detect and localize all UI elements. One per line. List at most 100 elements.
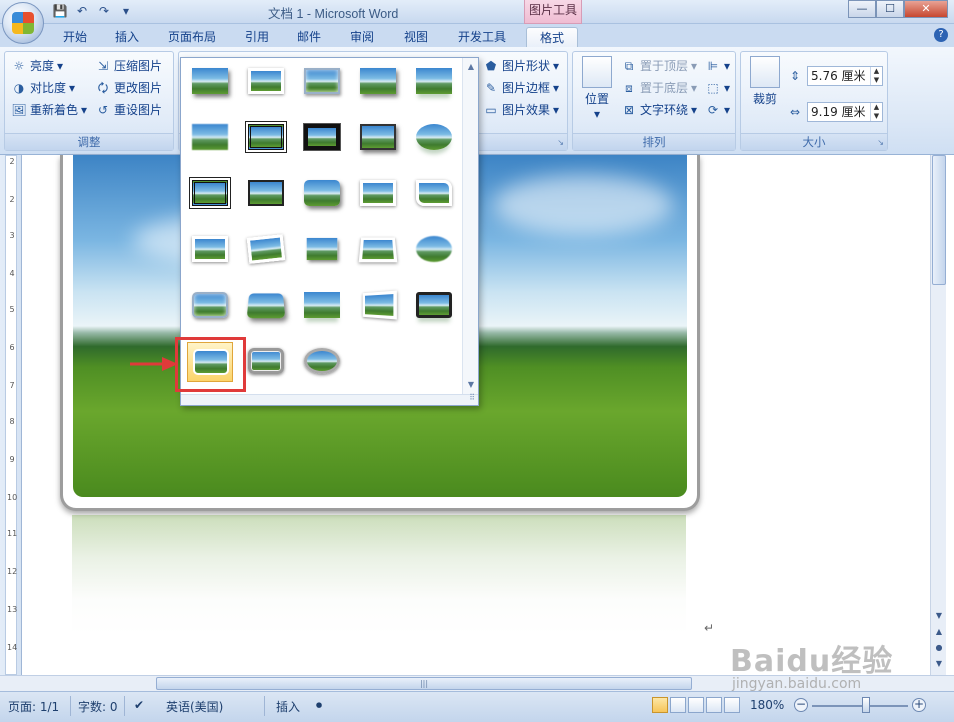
proofing-icon[interactable]: ✔ (134, 698, 144, 712)
gallery-scroll-up-icon[interactable]: ▲ (463, 60, 479, 74)
browse-object-icon[interactable]: ● (931, 641, 947, 655)
resize-grip-icon[interactable]: ⠿ (469, 393, 475, 402)
language-indicator[interactable]: 英语(美国) (166, 698, 223, 715)
bring-to-front-button[interactable]: ⧉ 置于顶层 ▾ (621, 56, 697, 76)
zoom-level[interactable]: 180% (750, 698, 784, 712)
full-screen-reading-view-icon[interactable] (670, 697, 686, 713)
style-relaxed-perspective[interactable] (355, 230, 401, 270)
rotate-button[interactable]: ⟳ ▾ (705, 100, 730, 120)
recolor-button[interactable]: 🖼 重新着色 ▾ (11, 100, 87, 120)
style-thick-matte-black[interactable] (299, 118, 345, 158)
style-rounded-diagonal[interactable] (299, 174, 345, 214)
undo-icon[interactable]: ↶ (74, 3, 90, 19)
web-layout-view-icon[interactable] (688, 697, 704, 713)
style-center-shadow-rectangle[interactable] (243, 174, 289, 214)
style-soft-edge[interactable] (187, 118, 233, 158)
style-drop-shadow[interactable] (355, 62, 401, 102)
tab-home[interactable]: 开始 (52, 27, 98, 48)
text-wrapping-button[interactable]: ⊠ 文字环绕 ▾ (621, 100, 697, 120)
maximize-button[interactable]: ☐ (876, 0, 904, 18)
macro-record-icon[interactable]: ⏺ (316, 698, 322, 713)
word-count[interactable]: 字数: 0 (78, 698, 118, 715)
style-soft-edge-oval[interactable] (411, 230, 457, 270)
style-simple-frame-white[interactable] (187, 62, 233, 102)
style-reflected-bevel-white[interactable] (299, 286, 345, 326)
size-dialog-launcher-icon[interactable]: ↘ (877, 138, 884, 147)
reset-picture-button[interactable]: ↺ 重设图片 (95, 100, 162, 120)
change-picture-icon: 🗘 (97, 81, 109, 95)
style-snip-diagonal[interactable] (355, 174, 401, 214)
page-count[interactable]: 页面: 1/1 (8, 698, 59, 715)
height-input[interactable]: 5.76 厘米 ▲ ▼ (807, 66, 883, 86)
gallery-resize-handle[interactable]: ⠿ (181, 393, 478, 405)
style-simple-frame-black[interactable] (355, 118, 401, 158)
gallery-scroll-down-icon[interactable]: ▼ (463, 378, 479, 392)
vertical-scroll-thumb[interactable] (932, 155, 946, 285)
zoom-in-icon[interactable]: + (912, 698, 926, 712)
print-layout-view-icon[interactable] (652, 697, 668, 713)
tab-references[interactable]: 引用 (236, 27, 278, 48)
save-icon[interactable]: 💾 (52, 3, 68, 19)
style-metal-frame[interactable] (299, 62, 345, 102)
minimize-button[interactable]: — (848, 0, 876, 18)
style-rectangle-shadow[interactable] (187, 230, 233, 270)
zoom-slider-thumb[interactable] (862, 697, 870, 713)
style-reflected[interactable] (411, 62, 457, 102)
style-beveled-matte[interactable] (243, 62, 289, 102)
picture-shape-button[interactable]: ⬟ 图片形状 ▾ (483, 56, 559, 76)
brightness-button[interactable]: ☼ 亮度 ▾ (11, 56, 63, 76)
redo-icon[interactable]: ↷ (96, 3, 112, 19)
outline-view-icon[interactable] (706, 697, 722, 713)
wrap-icon: ⊠ (623, 103, 635, 117)
width-input[interactable]: 9.19 厘米 ▲ ▼ (807, 102, 883, 122)
contrast-button[interactable]: ◑ 对比度 ▾ (11, 78, 75, 98)
tab-view[interactable]: 视图 (394, 27, 438, 48)
next-page-icon[interactable]: ▼ (931, 657, 947, 671)
zoom-out-icon[interactable]: − (794, 698, 808, 712)
help-icon[interactable]: ? (934, 28, 948, 42)
change-picture-button[interactable]: 🗘 更改图片 (95, 78, 162, 98)
zoom-slider[interactable] (812, 705, 908, 707)
height-spinner[interactable]: ▲ ▼ (870, 67, 882, 85)
style-rotated-white[interactable] (243, 230, 289, 270)
dialog-launcher-icon[interactable]: ↘ (557, 138, 564, 147)
tab-review[interactable]: 审阅 (340, 27, 384, 48)
office-button[interactable] (2, 2, 44, 44)
picture-effects-button[interactable]: ▭ 图片效果 ▾ (483, 100, 559, 120)
group-button[interactable]: ⬚ ▾ (705, 78, 730, 98)
close-button[interactable]: ✕ (904, 0, 948, 18)
style-compound-frame-black[interactable] (187, 174, 233, 214)
send-to-back-button[interactable]: ⧈ 置于底层 ▾ (621, 78, 697, 98)
style-metal-oval[interactable] (299, 342, 345, 382)
width-spinner[interactable]: ▲ ▼ (870, 103, 882, 121)
style-moderate-frame[interactable] (411, 174, 457, 214)
draft-view-icon[interactable] (724, 697, 740, 713)
picture-style-thumbnail (306, 237, 338, 261)
style-perspective-shadow[interactable] (299, 230, 345, 270)
style-bevel-rounded[interactable] (187, 286, 233, 326)
tab-format[interactable]: 格式 (526, 27, 578, 48)
style-metal-rounded-rectangle[interactable] (243, 342, 289, 382)
style-perspective-left-white[interactable] (355, 286, 401, 326)
prev-page-icon[interactable]: ▲ (931, 625, 947, 639)
style-reflected-bevel-black[interactable] (411, 286, 457, 326)
tab-page-layout[interactable]: 页面布局 (160, 27, 224, 48)
status-bar: 页面: 1/1 字数: 0 ✔ 英语(美国) 插入 ⏺ 180% − + (0, 691, 954, 722)
style-double-frame-black[interactable] (243, 118, 289, 158)
insert-mode[interactable]: 插入 (276, 698, 300, 715)
tab-mailings[interactable]: 邮件 (288, 27, 330, 48)
vertical-scrollbar[interactable]: ▼ ▲ ● ▼ (930, 155, 946, 675)
style-oval-reflected[interactable] (411, 118, 457, 158)
gallery-scrollbar[interactable]: ▲ ▼ (462, 58, 478, 394)
scroll-down-arrow-icon[interactable]: ▼ (931, 609, 947, 623)
crop-button[interactable]: 裁剪 (747, 56, 783, 107)
customize-qat-icon[interactable]: ▾ (118, 3, 134, 19)
align-button[interactable]: ⊫ ▾ (705, 56, 730, 76)
horizontal-scroll-thumb[interactable]: ||| (156, 677, 692, 690)
style-bevel-perspective[interactable] (243, 286, 289, 326)
tab-insert[interactable]: 插入 (104, 27, 150, 48)
compress-pictures-button[interactable]: ⇲ 压缩图片 (95, 56, 162, 76)
tab-developer[interactable]: 开发工具 (450, 27, 514, 48)
position-button[interactable]: 位置 ▾ (579, 56, 615, 121)
picture-border-button[interactable]: ✎ 图片边框 ▾ (483, 78, 559, 98)
